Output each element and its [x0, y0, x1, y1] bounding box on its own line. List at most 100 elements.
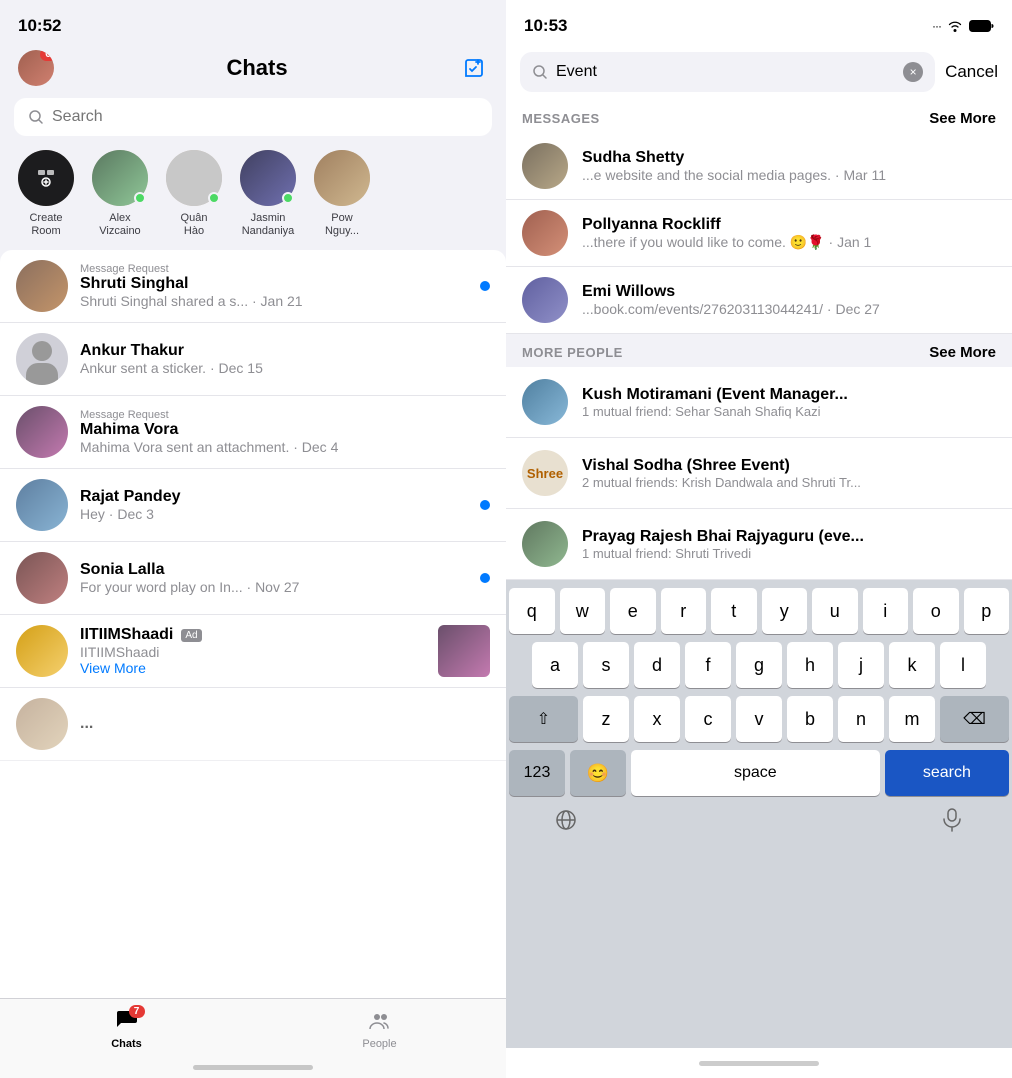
- key-backspace[interactable]: ⌫: [940, 696, 1009, 742]
- key-p[interactable]: p: [964, 588, 1010, 634]
- key-f[interactable]: f: [685, 642, 731, 688]
- key-u[interactable]: u: [812, 588, 858, 634]
- people-section-title: MORE PEOPLE: [522, 345, 623, 360]
- chats-nav-label: Chats: [111, 1038, 142, 1050]
- key-r[interactable]: r: [661, 588, 707, 634]
- chats-nav-badge: 7: [129, 1005, 145, 1018]
- people-sub-vishal: 2 mutual friends: Krish Dandwala and Shr…: [582, 475, 996, 490]
- key-globe[interactable]: [519, 808, 613, 832]
- clear-search-button[interactable]: ×: [903, 62, 923, 82]
- chat-avatar-rajat: [16, 479, 68, 531]
- nav-people[interactable]: People: [253, 1007, 506, 1050]
- chat-preview-iit: IITIIMShaadi: [80, 644, 426, 660]
- search-bar[interactable]: [14, 98, 492, 136]
- key-e[interactable]: e: [610, 588, 656, 634]
- people-avatar-prayag: [522, 521, 568, 567]
- story-name-jasmin: JasminNandaniya: [242, 212, 295, 238]
- compose-button[interactable]: [460, 54, 488, 82]
- stories-row: CreateRoom AlexVizcaino QuânHào JasminNa…: [0, 146, 506, 250]
- create-room-icon: [18, 150, 74, 206]
- view-more-link[interactable]: View More: [80, 660, 426, 676]
- key-c[interactable]: c: [685, 696, 731, 742]
- chat-name-shruti: Shruti Singhal: [80, 275, 468, 293]
- people-item-prayag[interactable]: Prayag Rajesh Bhai Rajyaguru (eve... 1 m…: [506, 509, 1012, 580]
- key-m[interactable]: m: [889, 696, 935, 742]
- story-pow[interactable]: PowNguy...: [314, 150, 370, 238]
- result-avatar-emi: [522, 277, 568, 323]
- key-a[interactable]: a: [532, 642, 578, 688]
- people-sub-prayag: 1 mutual friend: Shruti Trivedi: [582, 546, 996, 561]
- key-shift[interactable]: ⇧: [509, 696, 578, 742]
- story-name-quan: QuânHào: [181, 212, 208, 238]
- signal-icon: ···: [932, 19, 941, 33]
- key-j[interactable]: j: [838, 642, 884, 688]
- kb-spacer: [618, 808, 900, 832]
- user-avatar[interactable]: 6: [18, 50, 54, 86]
- key-mic[interactable]: [905, 808, 999, 832]
- chat-preview-ankur: Ankur sent a sticker. · Dec 15: [80, 360, 490, 376]
- chat-item-mahima[interactable]: Message Request Mahima Vora Mahima Vora …: [0, 396, 506, 469]
- chat-item-rajat[interactable]: Rajat Pandey Hey · Dec 3: [0, 469, 506, 542]
- chat-item-sonia[interactable]: Sonia Lalla For your word play on In... …: [0, 542, 506, 615]
- people-see-more-button[interactable]: See More: [929, 344, 996, 361]
- result-sudha[interactable]: Sudha Shetty ...e website and the social…: [506, 133, 1012, 200]
- people-name-kush: Kush Motiramani (Event Manager...: [582, 386, 996, 404]
- people-item-kush[interactable]: Kush Motiramani (Event Manager... 1 mutu…: [506, 367, 1012, 438]
- header-left: 6 Chats: [0, 44, 506, 94]
- key-l[interactable]: l: [940, 642, 986, 688]
- result-emi[interactable]: Emi Willows ...book.com/events/276203113…: [506, 267, 1012, 334]
- status-icons-right: ···: [932, 19, 994, 33]
- key-z[interactable]: z: [583, 696, 629, 742]
- people-item-vishal[interactable]: Shree Vishal Sodha (Shree Event) 2 mutua…: [506, 438, 1012, 509]
- chat-name-partial: ...: [80, 715, 490, 733]
- status-time-right: 10:53: [524, 16, 567, 36]
- people-avatar-vishal: Shree: [522, 450, 568, 496]
- key-h[interactable]: h: [787, 642, 833, 688]
- message-request-label-mahima: Message Request: [80, 409, 490, 421]
- key-search[interactable]: search: [885, 750, 1009, 796]
- home-indicator-right: [506, 1048, 1012, 1078]
- story-jasmin[interactable]: JasminNandaniya: [240, 150, 296, 238]
- key-x[interactable]: x: [634, 696, 680, 742]
- result-content-pollyanna: Pollyanna Rockliff ...there if you would…: [582, 216, 996, 251]
- status-bar-left: 10:52: [0, 0, 506, 44]
- chat-item-shruti[interactable]: Message Request Shruti Singhal Shruti Si…: [0, 250, 506, 323]
- search-box-right[interactable]: ×: [520, 52, 935, 92]
- key-i[interactable]: i: [863, 588, 909, 634]
- key-v[interactable]: v: [736, 696, 782, 742]
- result-name-emi: Emi Willows: [582, 283, 996, 301]
- chat-item-ankur[interactable]: Ankur Thakur Ankur sent a sticker. · Dec…: [0, 323, 506, 396]
- key-g[interactable]: g: [736, 642, 782, 688]
- key-space[interactable]: space: [631, 750, 880, 796]
- result-pollyanna[interactable]: Pollyanna Rockliff ...there if you would…: [506, 200, 1012, 267]
- chat-content-rajat: Rajat Pandey Hey · Dec 3: [80, 488, 468, 522]
- key-s[interactable]: s: [583, 642, 629, 688]
- key-k[interactable]: k: [889, 642, 935, 688]
- kb-row-1: q w e r t y u i o p: [509, 588, 1009, 634]
- key-123[interactable]: 123: [509, 750, 565, 796]
- search-input-right[interactable]: [556, 63, 895, 81]
- story-create-room[interactable]: CreateRoom: [18, 150, 74, 238]
- search-icon-left: [28, 109, 44, 125]
- story-quan[interactable]: QuânHào: [166, 150, 222, 238]
- key-d[interactable]: d: [634, 642, 680, 688]
- key-w[interactable]: w: [560, 588, 606, 634]
- people-section-header: MORE PEOPLE See More: [506, 334, 1012, 367]
- nav-chats[interactable]: 7 Chats: [0, 1007, 253, 1050]
- status-bar-right: 10:53 ···: [506, 0, 1012, 44]
- key-n[interactable]: n: [838, 696, 884, 742]
- chat-item-iit[interactable]: IITIIMShaadi Ad IITIIMShaadi View More: [0, 615, 506, 688]
- key-b[interactable]: b: [787, 696, 833, 742]
- people-nav-label: People: [362, 1038, 396, 1050]
- key-o[interactable]: o: [913, 588, 959, 634]
- key-q[interactable]: q: [509, 588, 555, 634]
- search-input-left[interactable]: [52, 108, 478, 126]
- chats-title: Chats: [226, 55, 287, 81]
- key-emoji[interactable]: 😊: [570, 750, 626, 796]
- messages-see-more-button[interactable]: See More: [929, 110, 996, 127]
- key-y[interactable]: y: [762, 588, 808, 634]
- key-t[interactable]: t: [711, 588, 757, 634]
- chat-item-partial[interactable]: ...: [0, 688, 506, 761]
- cancel-button[interactable]: Cancel: [945, 62, 998, 82]
- story-alex[interactable]: AlexVizcaino: [92, 150, 148, 238]
